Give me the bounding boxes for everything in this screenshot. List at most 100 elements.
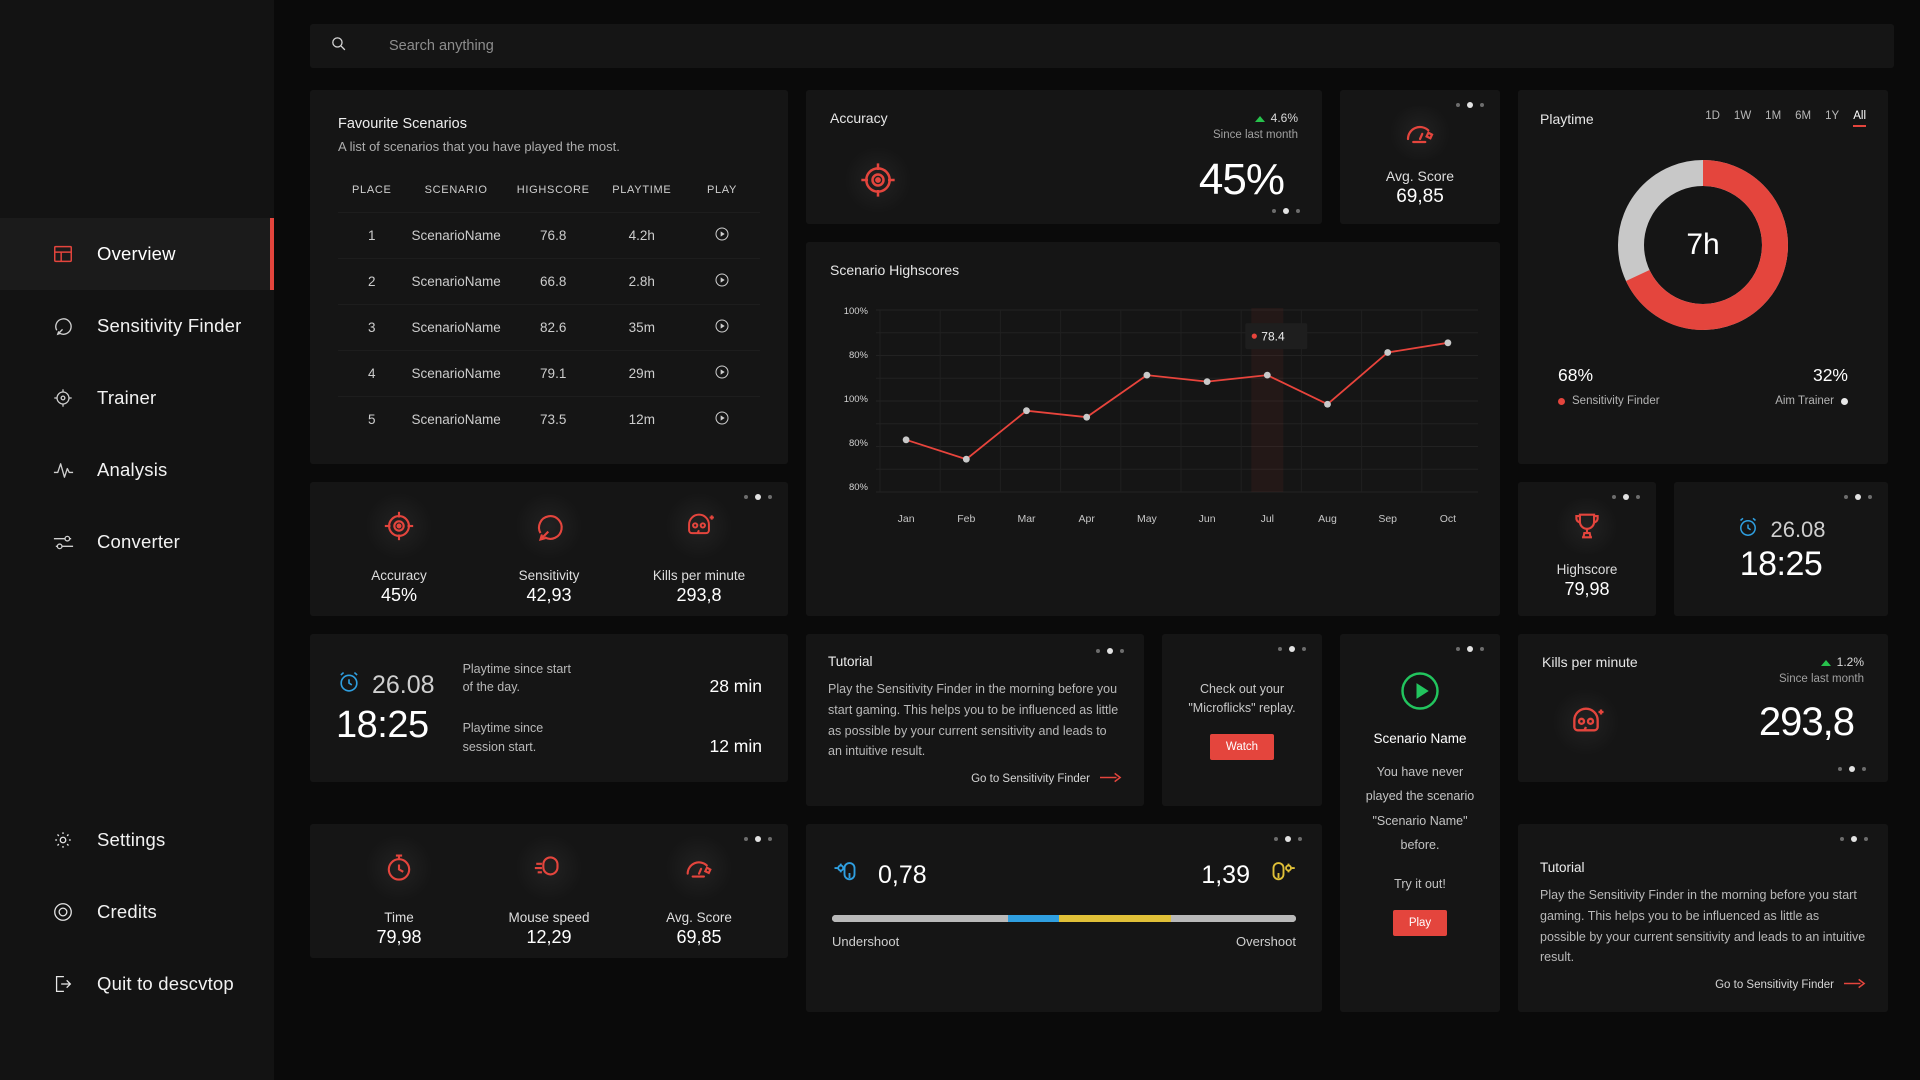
play-icon[interactable]: [714, 364, 730, 380]
playtime-range-1m[interactable]: 1M: [1765, 110, 1781, 127]
playtime-range-1y[interactable]: 1Y: [1825, 110, 1839, 127]
playtime-range-selector[interactable]: 1D 1W 1M 6M 1Y All: [1705, 110, 1866, 127]
legend-value: 32%: [1812, 365, 1848, 385]
play-circle-icon[interactable]: [1399, 670, 1441, 717]
sidebar: Overview Sensitivity Finder Trainer Anal…: [0, 0, 274, 1080]
playtime-session-card: 26.08 18:25 Playtime since start of the …: [310, 634, 788, 782]
tutorial-card: Tutorial Play the Sensitivity Finder in …: [806, 634, 1144, 806]
stat-card-menu[interactable]: [744, 836, 772, 842]
gear-icon: [50, 827, 76, 853]
highscore-label: Highscore: [1556, 562, 1618, 577]
trend-up-icon: [1254, 115, 1265, 122]
kpm-trend-pct: 1.2%: [1836, 655, 1864, 669]
circle-icon: [50, 899, 76, 925]
scenario-highscores-card: Scenario Highscores 100% 80% 100% 80% 80% 78.…: [806, 242, 1500, 616]
sidebar-item-converter[interactable]: Converter: [0, 506, 274, 578]
svg-text:80%: 80%: [849, 350, 869, 361]
sidebar-item-settings[interactable]: Settings: [0, 804, 274, 876]
play-icon[interactable]: [714, 272, 730, 288]
playtime-day-value: 28 min: [709, 676, 762, 696]
accuracy-card-menu[interactable]: [1272, 208, 1300, 214]
skull-icon: [1552, 688, 1620, 757]
cell-highscore: 73.5: [506, 396, 600, 442]
kpm-value: 293,8: [1758, 699, 1855, 744]
play-icon[interactable]: [714, 226, 730, 242]
cell-playtime: 29m: [599, 350, 684, 397]
tutorial-right-menu[interactable]: [1840, 836, 1868, 842]
svg-text:Feb: Feb: [957, 513, 975, 525]
arrow-right-icon: [1100, 772, 1122, 786]
stat-label: Kills per minute: [652, 568, 746, 583]
tutorial-right-body: Play the Sensitivity Finder in the morni…: [1540, 888, 1866, 965]
cell-play[interactable]: [684, 350, 760, 397]
stopwatch-icon: [365, 834, 433, 902]
play-icon[interactable]: [714, 410, 730, 426]
kpm-trend-label: Since last month: [1778, 673, 1864, 686]
play-button[interactable]: Play: [1392, 909, 1448, 936]
accuracy-trend: 4.6% Since last month: [1213, 110, 1298, 144]
cell-playtime: 35m: [599, 304, 684, 351]
stat-label: Avg. Score: [666, 910, 732, 925]
sidebar-item-label: Converter: [97, 531, 181, 552]
kpm-card-menu[interactable]: [1838, 766, 1866, 772]
stat-value: 69,85: [676, 927, 722, 947]
highscore-value: 79,98: [1564, 579, 1610, 599]
undershoot-icon: [832, 858, 862, 893]
sidebar-item-quit[interactable]: Quit to descvtop: [0, 948, 274, 1020]
cell-play[interactable]: [684, 258, 760, 305]
highscore-card-menu[interactable]: [1612, 494, 1640, 500]
microflicks-card-menu[interactable]: [1278, 646, 1306, 652]
play-icon[interactable]: [714, 318, 730, 334]
stat-label: Mouse speed: [508, 910, 590, 925]
playtime-session-label: Playtime since session start.: [462, 721, 544, 754]
stat-card-menu[interactable]: [744, 494, 772, 500]
logout-icon: [50, 971, 76, 997]
avg-score-value: 69,85: [1396, 186, 1444, 207]
playtime-range-1w[interactable]: 1W: [1734, 110, 1751, 127]
table-row: 3 ScenarioName 82.6 35m: [338, 304, 760, 351]
microflicks-text: Check out your "Microflicks" replay.: [1188, 681, 1296, 715]
clock-time: 18:25: [336, 704, 429, 746]
search-icon[interactable]: [330, 35, 347, 57]
sidebar-item-trainer[interactable]: Trainer: [0, 362, 274, 434]
crosshair-icon: [50, 385, 76, 411]
sidebar-item-sensitivity-finder[interactable]: Sensitivity Finder: [0, 290, 274, 362]
sidebar-item-credits[interactable]: Credits: [0, 876, 274, 948]
tutorial-card-menu[interactable]: [1096, 648, 1124, 654]
undershoot-value: 0,78: [878, 861, 927, 889]
cell-highscore: 82.6: [506, 304, 600, 351]
target-icon: [365, 492, 433, 560]
svg-text:Jan: Jan: [898, 513, 915, 525]
legend-label: Sensitivity Finder: [1558, 395, 1660, 407]
sidebar-item-analysis[interactable]: Analysis: [0, 434, 274, 506]
tutorial-link[interactable]: Go to Sensitivity Finder: [828, 772, 1122, 786]
avg-score-card-menu[interactable]: [1456, 102, 1484, 108]
cell-scenario: ScenarioName: [405, 396, 507, 442]
shoot-card-menu[interactable]: [1274, 836, 1302, 842]
cell-play[interactable]: [684, 396, 760, 442]
search-bar[interactable]: [310, 24, 1894, 68]
svg-text:Jul: Jul: [1261, 513, 1274, 525]
scenario-card-menu[interactable]: [1456, 646, 1484, 652]
kpm-trend: 1.2% Since last month: [1779, 654, 1864, 688]
playtime-range-6m[interactable]: 6M: [1795, 110, 1811, 127]
playtime-range-1d[interactable]: 1D: [1705, 110, 1720, 127]
avg-score-label: Avg. Score: [1385, 168, 1455, 184]
playtime-donut-chart: 7h: [1540, 145, 1866, 345]
playtime-range-all[interactable]: All: [1853, 110, 1866, 127]
clock-card-right-menu[interactable]: [1844, 494, 1872, 500]
watch-button[interactable]: Watch: [1209, 734, 1275, 761]
scenario-name: Scenario Name: [1373, 731, 1467, 746]
sidebar-item-label: Quit to descvtop: [97, 973, 234, 994]
layout-icon: [50, 241, 76, 267]
accuracy-value: 45%: [1198, 155, 1285, 205]
search-input[interactable]: [389, 38, 1874, 54]
tutorial-right-title: Tutorial: [1540, 860, 1585, 875]
tutorial-right-link[interactable]: Go to Sensitivity Finder: [1540, 978, 1866, 992]
sidebar-item-overview[interactable]: Overview: [0, 218, 274, 290]
gauge-icon: [1386, 106, 1454, 160]
cell-play[interactable]: [684, 212, 760, 259]
cell-play[interactable]: [684, 304, 760, 351]
svg-text:80%: 80%: [849, 482, 869, 493]
cell-scenario: ScenarioName: [405, 304, 507, 351]
